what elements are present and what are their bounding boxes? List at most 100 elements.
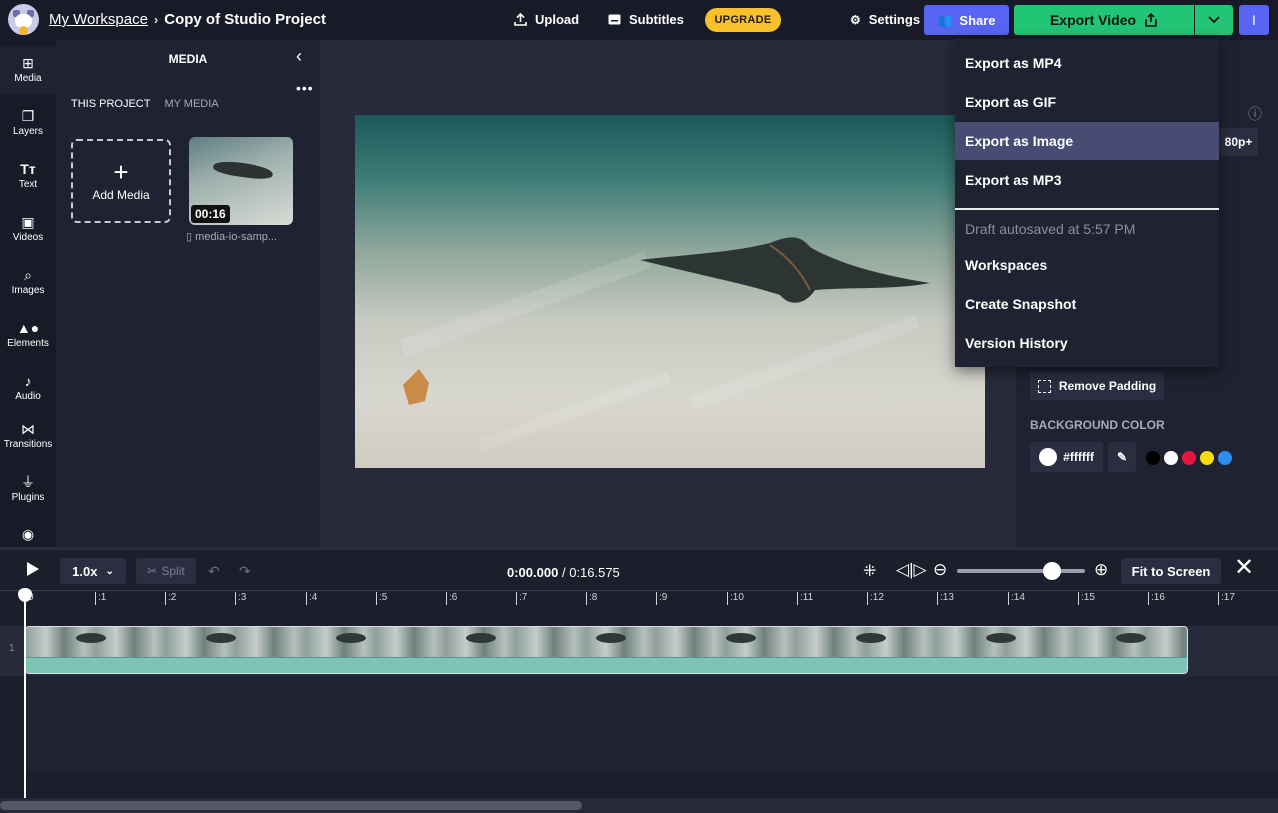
ruler-tick: :4 [306,592,317,605]
sidebar-item-layers[interactable]: ❐ Layers [0,99,56,147]
split-clip-icon[interactable]: ◁|▷ [896,560,927,580]
eyedropper-button[interactable]: ✎ [1108,442,1136,472]
sidebar-item-label: Text [18,179,38,190]
sidebar-item-elements[interactable]: ▲● Elements [0,311,56,359]
sidebar-item-images[interactable]: ⌕ Images [0,258,56,306]
sidebar-item-label: Layers [12,126,43,137]
more-options-icon[interactable]: ••• [296,80,314,96]
create-snapshot-item[interactable]: Create Snapshot [955,285,1219,323]
elements-icon: ▲● [16,320,40,336]
timeline-empty-area [25,676,1278,772]
swatch-blue[interactable] [1218,451,1232,465]
sidebar-item-label: Audio [15,391,41,402]
light-ray [689,314,921,410]
user-menu-button[interactable]: I [1239,5,1269,35]
ruler-tick: :7 [516,592,527,605]
media-icon: ⊞ [22,55,34,71]
help-icon[interactable]: ⓘ [1248,104,1262,124]
playhead[interactable] [24,591,26,813]
export-mp3-item[interactable]: Export as MP3 [955,161,1219,199]
ruler-tick: :11 [797,592,813,605]
workspaces-item[interactable]: Workspaces [955,246,1219,284]
light-ray [478,371,672,451]
tab-this-project[interactable]: THIS PROJECT [71,98,150,110]
color-hex-value: #ffffff [1063,450,1094,464]
timeline-toolbar: 1.0x ⌄ ✂ Split ↶ ↷ 0:00.000 / 0:16.575 ⁜… [0,550,1278,590]
ruler-tick: :8 [586,592,597,605]
timecode: 0:00.000 / 0:16.575 [507,565,620,580]
add-media-button[interactable]: + Add Media [71,139,171,223]
redo-icon[interactable]: ↷ [239,563,251,580]
padding-icon [1037,379,1051,393]
layers-icon: ❐ [21,108,35,124]
scissors-icon: ✂ [147,564,158,578]
snap-icon[interactable]: ⁜ [863,561,876,581]
undo-icon[interactable]: ↶ [208,563,220,580]
version-history-item[interactable]: Version History [955,324,1219,362]
sidebar-item-plugins[interactable]: ⏚ Plugins [0,465,56,513]
zoom-out-icon[interactable]: ⊖ [933,560,947,580]
light-ray [399,251,651,357]
chevron-down-icon: ⌄ [105,565,114,577]
share-export-icon [1145,13,1157,27]
subtitles-button[interactable]: Subtitles [608,12,684,27]
resolution-button[interactable]: 80p+ [1219,128,1258,156]
sidebar-item-videos[interactable]: ▣ Videos [0,205,56,253]
ruler-tick: :13 [937,592,954,605]
workspace-link[interactable]: My Workspace [49,11,148,28]
ruler-tick: :5 [376,592,387,605]
export-image-item[interactable]: Export as Image [955,122,1219,160]
close-icon[interactable]: ✕ [1234,556,1254,580]
ruler-tick: :17 [1218,592,1235,605]
export-video-button[interactable]: Export Video [1014,5,1194,35]
video-preview[interactable] [355,115,985,468]
sidebar-item-transitions[interactable]: ⋈ Transitions [0,412,56,460]
sidebar-item-text[interactable]: Tт Text [0,152,56,200]
sidebar-item-media[interactable]: ⊞ Media [0,46,56,94]
swatch-black[interactable] [1146,451,1160,465]
swatch-white[interactable] [1164,451,1178,465]
settings-button[interactable]: ⚙ Settings [850,12,920,27]
timeline-ruler[interactable]: 0 :1 :2 :3 :4 :5 :6 :7 :8 :9 :10 :11 :12… [0,590,1278,608]
project-title[interactable]: Copy of Studio Project [164,11,326,28]
remove-padding-button[interactable]: Remove Padding [1030,372,1164,400]
zoom-slider-handle[interactable] [1043,562,1061,580]
swatch-yellow[interactable] [1200,451,1214,465]
subtitles-label: Subtitles [629,12,684,27]
export-gif-item[interactable]: Export as GIF [955,83,1219,121]
chevron-left-icon[interactable]: ‹ [296,46,302,67]
clip-frame-starfish [726,633,756,643]
ruler-tick: :10 [727,592,744,605]
tab-my-media[interactable]: MY MEDIA [164,98,218,110]
export-mp4-item[interactable]: Export as MP4 [955,44,1219,82]
speed-value: 1.0x [72,563,98,579]
zoom-in-icon[interactable]: ⊕ [1094,560,1108,580]
zoom-slider-track[interactable] [957,569,1085,573]
fit-to-screen-button[interactable]: Fit to Screen [1121,558,1221,584]
audio-waveform [26,657,1187,673]
split-button[interactable]: ✂ Split [136,558,196,584]
workspace-avatar[interactable] [8,4,39,35]
sidebar-item-label: Images [11,285,45,296]
play-icon[interactable] [27,562,39,576]
split-label: Split [161,564,185,578]
track-number: 1 [9,643,15,654]
scrollbar-thumb[interactable] [0,801,582,810]
clip-frame-starfish [856,633,886,643]
sidebar-item-audio[interactable]: ♪ Audio [0,364,56,412]
upgrade-button[interactable]: UPGRADE [705,8,781,32]
speed-select[interactable]: 1.0x ⌄ [60,558,126,584]
sidebar-item-label: Videos [12,232,44,243]
autosave-note: Draft autosaved at 5:57 PM [965,221,1136,237]
color-picker-button[interactable]: #ffffff [1030,442,1103,472]
export-options-toggle[interactable] [1195,5,1233,35]
upload-button[interactable]: Upload [514,12,579,27]
color-swatches [1146,451,1232,465]
timeline-horizontal-scrollbar[interactable] [0,798,1278,813]
export-label: Export Video [1049,12,1137,28]
ruler-tick: :1 [95,592,106,605]
share-button[interactable]: 👥 Share [924,5,1009,35]
media-item-thumbnail[interactable]: 00:16 [189,137,293,225]
swatch-red[interactable] [1182,451,1196,465]
video-clip[interactable] [25,626,1188,674]
